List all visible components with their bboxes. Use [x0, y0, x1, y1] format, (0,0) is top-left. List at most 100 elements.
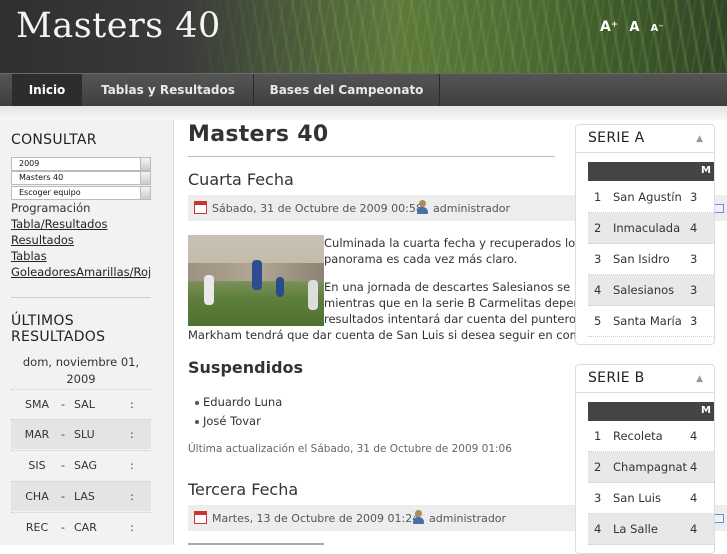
team-value: 3 — [690, 314, 698, 328]
team-value: 3 — [690, 252, 698, 266]
table-row[interactable]: 1 San Agustín 3 — [588, 182, 714, 213]
score: : — [130, 490, 134, 503]
photo-player — [204, 275, 214, 305]
photo-player — [252, 260, 262, 290]
font-decrease-button[interactable]: A⁻ — [650, 23, 663, 34]
article-author: administrador — [433, 202, 511, 215]
team-select-value: Escoger equipo — [19, 188, 81, 197]
sidebar-divider — [11, 297, 151, 298]
team-name: San Isidro — [613, 252, 670, 266]
separator: - — [61, 521, 65, 534]
match-date: dom, noviembre 01, 2009 — [22, 355, 140, 386]
home-team: MAR — [24, 428, 50, 441]
title-divider — [188, 156, 555, 157]
team-select[interactable]: Escoger equipo — [11, 186, 151, 200]
result-row[interactable]: SMA - SAL: — [11, 389, 151, 419]
dropdown-arrow-icon — [140, 158, 150, 170]
position: 1 — [594, 429, 602, 443]
away-team: SAG — [74, 459, 98, 472]
year-select-value: 2009 — [19, 159, 40, 168]
category-select[interactable]: Masters 40 — [11, 171, 151, 185]
result-row[interactable]: REC - CAR: — [11, 512, 151, 542]
home-team: REC — [25, 521, 49, 534]
team-value: 4 — [690, 460, 698, 474]
team-value: 3 — [690, 190, 698, 204]
article-author: administrador — [429, 512, 507, 525]
link-resultados[interactable]: Resultados — [11, 232, 151, 248]
article-date: Martes, 13 de Octubre de 2009 01:24 — [212, 512, 420, 525]
paragraph-line: Culminada la cuarta fecha y recuperados … — [324, 236, 582, 250]
separator: - — [61, 459, 65, 472]
link-tablas[interactable]: Tablas — [11, 248, 151, 264]
result-row[interactable]: CHA - LAS: — [11, 481, 151, 511]
table-row[interactable]: 1 Recoleta 4 — [588, 421, 714, 452]
module-header[interactable]: SERIE A ▲ — [576, 125, 714, 153]
away-team: CAR — [74, 521, 97, 534]
photo-player — [308, 280, 318, 310]
result-row[interactable]: SIS - SAG: — [11, 450, 151, 480]
team-value: 4 — [690, 221, 698, 235]
article-title[interactable]: Cuarta Fecha — [188, 170, 294, 189]
table-row[interactable]: 5 Santa María 3 — [588, 306, 714, 337]
paragraph-line: resultados intentará dar cuenta del punt… — [324, 312, 577, 326]
dropdown-arrow-icon — [140, 187, 150, 199]
link-tabla-resultados[interactable]: Tabla/Resultados — [11, 216, 151, 232]
nav-tab-bases-campeonato[interactable]: Bases del Campeonato — [254, 74, 440, 107]
away-team: SLU — [74, 428, 95, 441]
position: 2 — [594, 221, 602, 235]
position: 3 — [594, 252, 602, 266]
font-normal-button[interactable]: A — [629, 20, 639, 35]
team-value: 4 — [690, 429, 698, 443]
team-value: 4 — [690, 522, 698, 536]
team-name: La Salle — [613, 522, 658, 536]
team-name: Salesianos — [613, 283, 675, 297]
team-value: 4 — [690, 491, 698, 505]
table-row[interactable]: 3 San Luis 4 — [588, 483, 714, 514]
position: 3 — [594, 491, 602, 505]
font-increase-button[interactable]: A⁺ — [600, 19, 618, 35]
result-row[interactable]: MAR - SLU: — [11, 419, 151, 449]
module-header[interactable]: SERIE B ▲ — [576, 365, 714, 393]
year-select[interactable]: 2009 — [11, 157, 151, 171]
home-team: SIS — [28, 459, 46, 472]
separator: - — [61, 428, 65, 441]
user-icon — [416, 200, 429, 214]
calendar-icon — [194, 511, 207, 524]
collapse-icon[interactable]: ▲ — [696, 134, 703, 144]
away-team: LAS — [74, 490, 95, 503]
team-name: Champagnat — [613, 460, 688, 474]
table-header: M — [588, 402, 714, 421]
position: 1 — [594, 190, 602, 204]
page-title: Masters 40 — [188, 122, 329, 147]
collapse-icon[interactable]: ▲ — [696, 374, 703, 384]
category-select-value: Masters 40 — [19, 173, 64, 182]
serie-a-module: SERIE A ▲ M 1 San Agustín 3 2 Inmaculada 4 3… — [575, 124, 715, 345]
font-size-controls: A⁺ A A⁻ — [600, 16, 670, 35]
table-row[interactable]: 4 La Salle 4 — [588, 514, 714, 545]
paragraph-line: panorama es cada vez más claro. — [324, 252, 518, 266]
suspended-item: Eduardo Luna — [194, 395, 283, 409]
ultimos-resultados-heading: ÚLTIMOS RESULTADOS — [11, 313, 106, 345]
consultar-heading: CONSULTAR — [11, 132, 97, 148]
link-programacion[interactable]: Programación — [11, 200, 151, 216]
team-name: Santa María — [613, 314, 682, 328]
position: 4 — [594, 283, 602, 297]
table-row[interactable]: 2 Inmaculada 4 — [588, 213, 714, 244]
site-header: Masters 40 A⁺ A A⁻ — [0, 0, 727, 73]
score: : — [130, 428, 134, 441]
article-title[interactable]: Tercera Fecha — [188, 480, 298, 499]
table-row[interactable]: 2 Champagnat 4 — [588, 452, 714, 483]
link-goleadores[interactable]: GoleadoresAmarillas/Rojas — [11, 264, 151, 280]
suspended-item: José Tovar — [195, 414, 261, 428]
module-title: SERIE A — [588, 130, 645, 146]
table-row[interactable]: 4 Salesianos 3 — [588, 275, 714, 306]
nav-tab-inicio[interactable]: Inicio — [12, 74, 82, 107]
module-title: SERIE B — [588, 370, 645, 386]
position: 2 — [594, 460, 602, 474]
site-title[interactable]: Masters 40 — [16, 6, 221, 46]
separator: - — [61, 398, 65, 411]
user-icon — [412, 510, 425, 524]
nav-tab-tablas-resultados[interactable]: Tablas y Resultados — [83, 74, 254, 107]
table-row[interactable]: 3 San Isidro 3 — [588, 244, 714, 275]
score: : — [130, 459, 134, 472]
